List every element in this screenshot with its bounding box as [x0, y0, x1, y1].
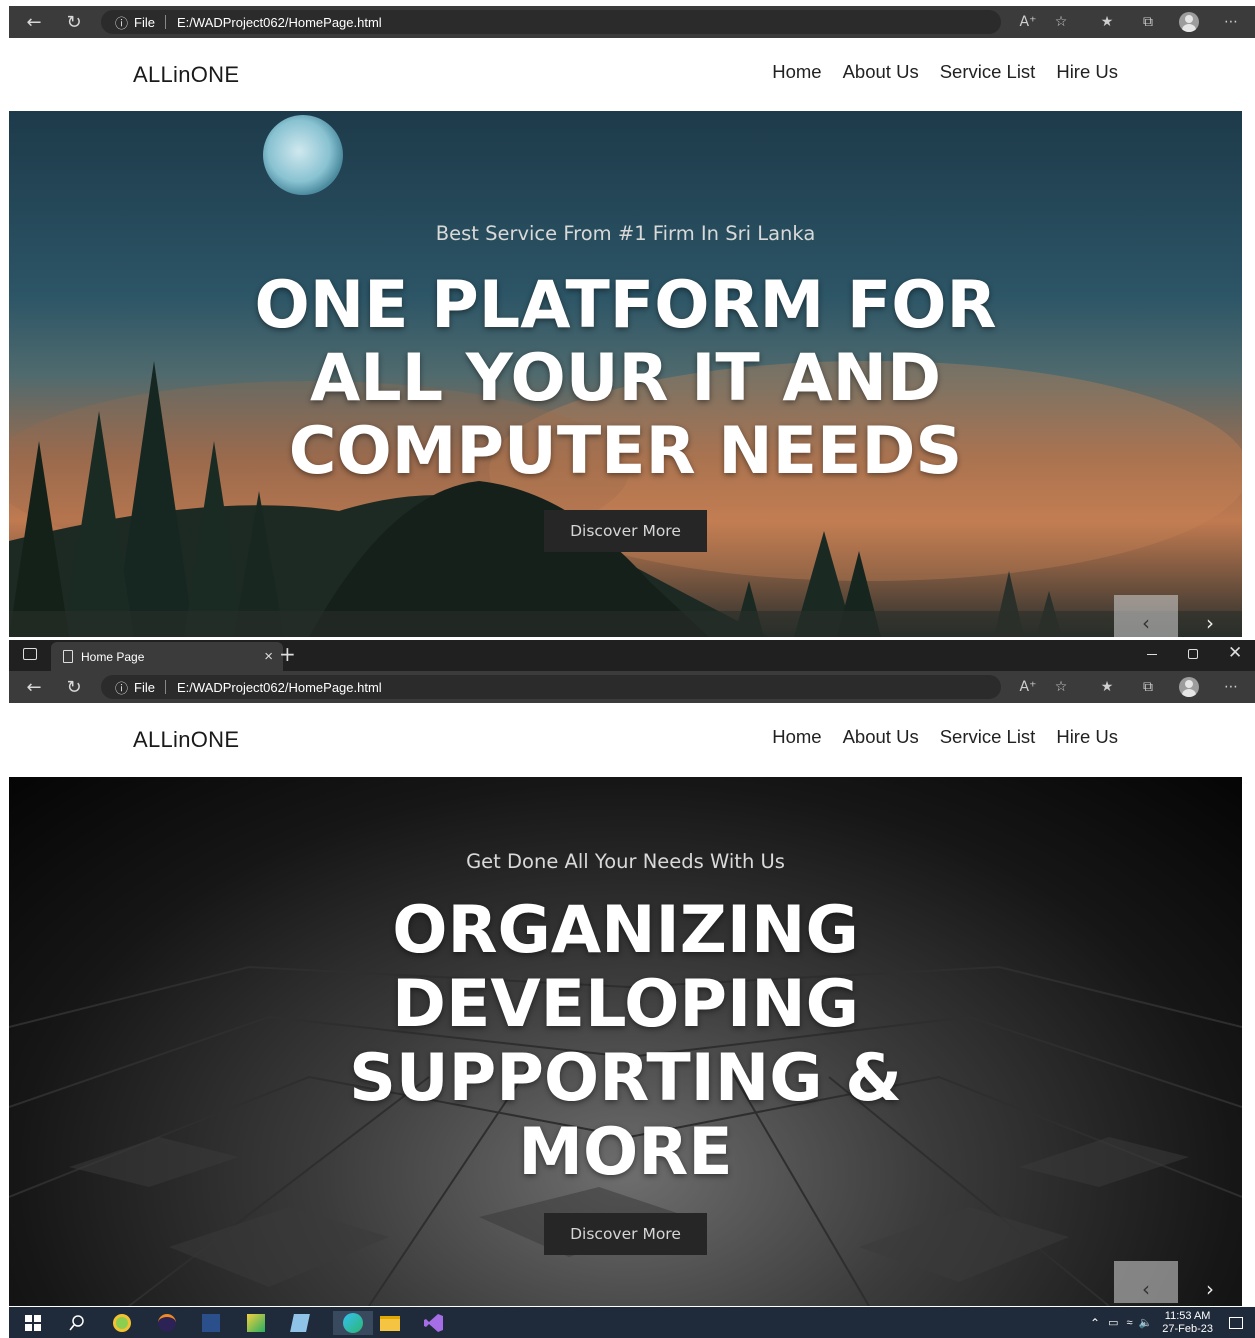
restore-icon[interactable] [1188, 649, 1198, 659]
hero-slide-2: Get Done All Your Needs With Us ORGANIZI… [9, 777, 1242, 1306]
file-explorer-icon[interactable] [378, 1311, 402, 1335]
nav-home[interactable]: Home [772, 726, 821, 748]
url-field[interactable]: ⓘ File E:/WADProject062/HomePage.html [101, 10, 1001, 34]
carousel-next-button[interactable]: › [1178, 1261, 1242, 1303]
tab-actions-icon[interactable] [23, 648, 37, 660]
refresh-icon[interactable]: ↻ [59, 671, 89, 703]
collections-icon[interactable]: ⧉ [1133, 671, 1163, 703]
system-tray: ⌃ ▭ ≈ 🔈 11:53 AM 27-Feb-23 [1090, 1307, 1255, 1338]
back-arrow-icon[interactable]: ← [19, 6, 49, 38]
nav-hire-us[interactable]: Hire Us [1056, 726, 1118, 748]
new-tab-icon[interactable]: + [279, 642, 296, 666]
page-icon [63, 650, 73, 663]
url-scheme-label: File [134, 679, 155, 695]
close-window-icon[interactable]: ✕ [1228, 643, 1242, 663]
carousel-next-button[interactable]: › [1178, 595, 1242, 637]
edge-browser-icon[interactable] [333, 1311, 373, 1335]
headline-line: SUPPORTING & [349, 1041, 902, 1116]
favorites-icon[interactable]: ★ [1092, 671, 1122, 703]
address-bar: ← ↻ ⓘ File E:/WADProject062/HomePage.htm… [9, 671, 1255, 703]
headline-line: DEVELOPING [392, 967, 859, 1042]
carousel-controls: ‹ › [1114, 1261, 1242, 1303]
collections-icon[interactable]: ⧉ [1133, 6, 1163, 38]
main-nav: Home About Us Service List Hire Us [772, 61, 1118, 83]
hero-headline: ONE PLATFORM FOR ALL YOUR IT AND COMPUTE… [9, 269, 1242, 488]
read-aloud-icon[interactable]: A⁺ [1013, 671, 1043, 703]
site-logo[interactable]: ALLinONE [133, 727, 239, 753]
headline-line: ALL YOUR IT AND [309, 341, 942, 416]
design-app-icon[interactable] [244, 1311, 268, 1335]
network-icon[interactable]: ▭ [1108, 1316, 1118, 1329]
nav-hire-us[interactable]: Hire Us [1056, 61, 1118, 83]
clock[interactable]: 11:53 AM 27-Feb-23 [1162, 1310, 1213, 1336]
clock-time: 11:53 AM [1164, 1309, 1211, 1322]
notification-icon[interactable] [1229, 1316, 1243, 1329]
tab-home-page[interactable]: Home Page × [51, 642, 283, 671]
url-text[interactable]: E:/WADProject062/HomePage.html [177, 680, 382, 695]
chrome-app-icon[interactable] [110, 1311, 134, 1335]
nav-about-us[interactable]: About Us [843, 726, 919, 748]
url-text[interactable]: E:/WADProject062/HomePage.html [177, 15, 382, 30]
favorites-icon[interactable]: ★ [1092, 6, 1122, 38]
url-scheme-label: File [134, 14, 155, 30]
address-bar: ← ↻ ⓘ File E:/WADProject062/HomePage.htm… [9, 6, 1255, 38]
hero-slide-1: Best Service From #1 Firm In Sri Lanka O… [9, 111, 1242, 637]
url-field[interactable]: ⓘ File E:/WADProject062/HomePage.html [101, 675, 1001, 699]
site-logo[interactable]: ALLinONE [133, 62, 239, 88]
site-header: ALLinONE Home About Us Service List Hire… [9, 705, 1242, 775]
notes-app-icon[interactable] [288, 1311, 312, 1335]
nav-about-us[interactable]: About Us [843, 61, 919, 83]
discover-more-button[interactable]: Discover More [544, 1213, 707, 1255]
profile-icon[interactable] [1174, 671, 1204, 703]
headline-line: ORGANIZING [392, 893, 859, 968]
site-header: ALLinONE Home About Us Service List Hire… [9, 40, 1242, 110]
nav-service-list[interactable]: Service List [940, 726, 1036, 748]
hero-headline: ORGANIZING DEVELOPING SUPPORTING & MORE [9, 894, 1242, 1190]
search-icon[interactable] [65, 1311, 89, 1335]
url-separator [164, 680, 166, 694]
nav-service-list[interactable]: Service List [940, 61, 1036, 83]
tab-strip: Home Page × + ✕ [9, 640, 1255, 671]
close-tab-icon[interactable]: × [264, 648, 273, 665]
volume-icon[interactable]: 🔈 [1139, 1316, 1153, 1329]
back-arrow-icon[interactable]: ← [19, 671, 49, 703]
nav-home[interactable]: Home [772, 61, 821, 83]
tab-title: Home Page [81, 649, 145, 664]
carousel-prev-button[interactable]: ‹ [1114, 1261, 1178, 1303]
visual-studio-icon[interactable] [422, 1311, 446, 1335]
headline-line: ONE PLATFORM FOR [254, 268, 997, 343]
taskbar: ⌃ ▭ ≈ 🔈 11:53 AM 27-Feb-23 [9, 1307, 1255, 1338]
minimize-icon[interactable] [1147, 654, 1157, 655]
add-favorite-icon[interactable]: ☆ [1046, 671, 1076, 703]
headline-line: MORE [518, 1115, 733, 1190]
info-icon[interactable]: ⓘ [115, 13, 128, 32]
chevron-up-icon[interactable]: ⌃ [1090, 1316, 1100, 1330]
windows-start-icon[interactable] [21, 1311, 45, 1335]
headline-line: COMPUTER NEEDS [288, 414, 963, 489]
refresh-icon[interactable]: ↻ [59, 6, 89, 38]
main-nav: Home About Us Service List Hire Us [772, 726, 1118, 748]
read-aloud-icon[interactable]: A⁺ [1013, 6, 1043, 38]
url-separator [164, 15, 166, 29]
clock-date: 27-Feb-23 [1162, 1322, 1213, 1335]
carousel-controls: ‹ › [1114, 595, 1242, 637]
hero-subtitle: Get Done All Your Needs With Us [466, 850, 785, 873]
more-icon[interactable]: ⋯ [1216, 6, 1246, 38]
hero-subtitle: Best Service From #1 Firm In Sri Lanka [435, 222, 816, 245]
discover-more-button[interactable]: Discover More [544, 510, 707, 552]
more-icon[interactable]: ⋯ [1216, 671, 1246, 703]
add-favorite-icon[interactable]: ☆ [1046, 6, 1076, 38]
profile-icon[interactable] [1174, 6, 1204, 38]
wifi-icon[interactable]: ≈ [1126, 1317, 1132, 1329]
ide-app-icon[interactable] [199, 1311, 223, 1335]
carousel-prev-button[interactable]: ‹ [1114, 595, 1178, 637]
eclipse-app-icon[interactable] [155, 1311, 179, 1335]
info-icon[interactable]: ⓘ [115, 678, 128, 697]
